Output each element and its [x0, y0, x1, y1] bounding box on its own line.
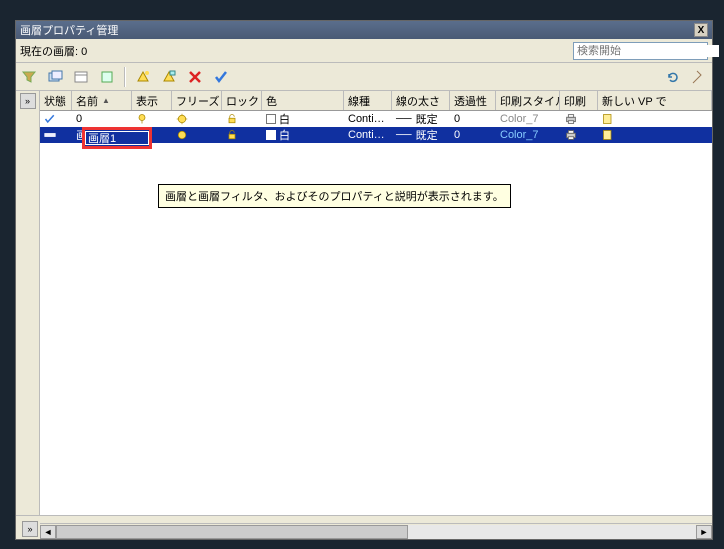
- table-row[interactable]: 0 白 Conti… ──既定 0 Color_7: [40, 111, 712, 127]
- linetype-cell[interactable]: Conti…: [344, 113, 392, 125]
- lw-label: 既定: [416, 127, 438, 143]
- col-print[interactable]: 印刷: [560, 91, 598, 110]
- freeze-cell[interactable]: [172, 113, 222, 125]
- col-plotstyle[interactable]: 印刷スタイル: [496, 91, 560, 110]
- titlebar: 画層プロパティ管理 X: [16, 21, 712, 39]
- toolbar: [16, 63, 712, 91]
- layer-grid: 状態 名前▲ 表示 フリーズ ロック 色 線種 線の太さ 透過性 印刷スタイル …: [40, 91, 712, 515]
- print-cell[interactable]: [560, 112, 598, 126]
- layer-properties-manager: 画層プロパティ管理 X 現在の画層: 0 » 状態 名前 ▲ 表示: [15, 20, 713, 540]
- tooltip: 画層と画層フィルタ、およびそのプロパティと説明が表示されます。: [158, 184, 511, 208]
- color-name: 白: [279, 111, 290, 127]
- delete-layer-button[interactable]: [186, 68, 204, 86]
- search-input[interactable]: [577, 45, 719, 57]
- col-name[interactable]: 名前 ▲: [72, 91, 132, 110]
- new-group-button[interactable]: [46, 68, 64, 86]
- settings-button[interactable]: [690, 68, 708, 86]
- window-title: 画層プロパティ管理: [20, 22, 118, 38]
- scroll-left-button[interactable]: ◄: [40, 525, 56, 539]
- col-color[interactable]: 色: [262, 91, 344, 110]
- color-name: 白: [279, 127, 290, 143]
- transparency-cell[interactable]: 0: [450, 129, 496, 141]
- grid-header: 状態 名前▲ 表示 フリーズ ロック 色 線種 線の太さ 透過性 印刷スタイル …: [40, 91, 712, 111]
- layer-filter-button[interactable]: [98, 68, 116, 86]
- col-lock[interactable]: ロック: [222, 91, 262, 110]
- col-visible[interactable]: 表示: [132, 91, 172, 110]
- lw-label: 既定: [416, 111, 438, 127]
- set-current-button[interactable]: [212, 68, 230, 86]
- lineweight-cell[interactable]: ──既定: [392, 127, 450, 143]
- expand-filters-button[interactable]: »: [20, 93, 36, 109]
- scroll-thumb[interactable]: [56, 525, 408, 539]
- plotstyle-cell[interactable]: Color_7: [496, 113, 560, 125]
- name-cell[interactable]: 0: [72, 113, 132, 125]
- lock-cell[interactable]: [222, 129, 262, 141]
- name-edit-highlight: [82, 127, 152, 149]
- freeze-cell[interactable]: [172, 129, 222, 141]
- color-cell[interactable]: 白: [262, 111, 344, 127]
- new-layer-vp-button[interactable]: [160, 68, 178, 86]
- col-name-label: 名前: [76, 93, 98, 109]
- status-cell: [40, 113, 72, 125]
- newvp-cell[interactable]: [598, 113, 712, 125]
- newvp-cell[interactable]: [598, 129, 712, 141]
- new-layer-button[interactable]: [134, 68, 152, 86]
- new-filter-button[interactable]: [20, 68, 38, 86]
- lineweight-cell[interactable]: ──既定: [392, 111, 450, 127]
- name-edit-input[interactable]: [85, 131, 149, 145]
- filter-column: »: [16, 91, 40, 515]
- grid-body: 0 白 Conti… ──既定 0 Color_7 画層1: [40, 111, 712, 515]
- color-cell[interactable]: 白: [262, 127, 344, 143]
- close-button[interactable]: X: [694, 23, 708, 37]
- topbar: 現在の画層: 0: [16, 39, 712, 63]
- col-transparency[interactable]: 透過性: [450, 91, 496, 110]
- lock-cell[interactable]: [222, 113, 262, 125]
- col-linetype[interactable]: 線種: [344, 91, 392, 110]
- current-layer-label: 現在の画層: 0: [20, 43, 87, 59]
- sort-asc-icon: ▲: [102, 96, 110, 105]
- search-box[interactable]: [573, 42, 708, 60]
- linetype-cell[interactable]: Conti…: [344, 129, 392, 141]
- scroll-right-button[interactable]: ►: [696, 525, 712, 539]
- col-newvp[interactable]: 新しい VP で: [598, 91, 712, 110]
- col-freeze[interactable]: フリーズ: [172, 91, 222, 110]
- plotstyle-cell[interactable]: Color_7: [496, 129, 560, 141]
- transparency-cell[interactable]: 0: [450, 113, 496, 125]
- body: » 状態 名前 ▲ 表示 フリーズ ロック 色 線種 線の太さ 透過性 印刷スタイ…: [16, 91, 712, 515]
- refresh-button[interactable]: [664, 68, 682, 86]
- layer-states-button[interactable]: [72, 68, 90, 86]
- col-lineweight[interactable]: 線の太さ: [392, 91, 450, 110]
- scroll-track[interactable]: [56, 525, 696, 539]
- horizontal-scrollbar[interactable]: ◄ ►: [40, 523, 712, 539]
- print-cell[interactable]: [560, 128, 598, 142]
- visible-cell[interactable]: [132, 113, 172, 125]
- separator: [124, 67, 126, 87]
- col-status[interactable]: 状態: [40, 91, 72, 110]
- status-cell: [40, 129, 72, 141]
- expand-footer-button[interactable]: »: [22, 521, 38, 537]
